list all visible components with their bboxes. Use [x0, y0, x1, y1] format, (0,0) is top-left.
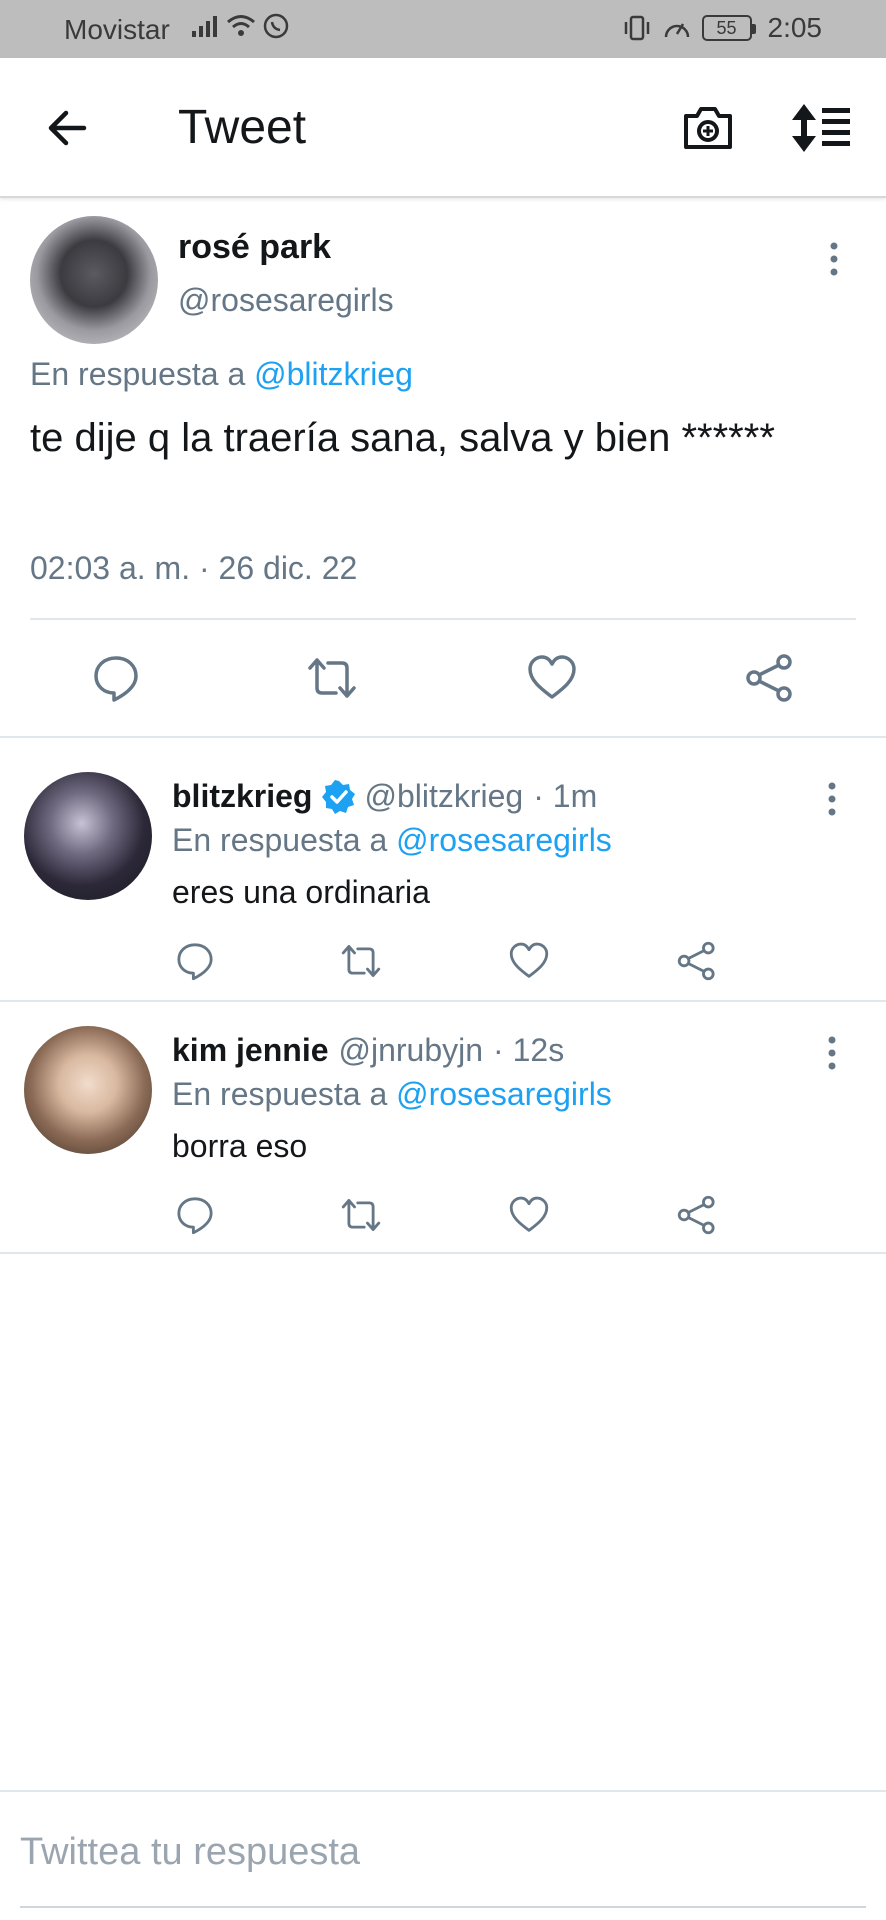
- compose-underline: [20, 1906, 866, 1908]
- like-icon[interactable]: [508, 940, 550, 982]
- author-name[interactable]: kim jennie: [172, 1032, 329, 1069]
- author-handle[interactable]: @jnrubyjn: [339, 1032, 484, 1069]
- tweet-age: · 12s: [493, 1032, 565, 1068]
- tweet-timestamp: 02:03 a. m. · 26 dic. 22: [30, 550, 358, 586]
- reply-mention-link[interactable]: @rosesaregirls: [396, 822, 612, 858]
- more-options-icon[interactable]: [820, 1034, 844, 1074]
- tweet-text: eres una ordinaria: [172, 874, 430, 910]
- retweet-icon[interactable]: [340, 940, 382, 982]
- back-arrow-icon[interactable]: [42, 100, 98, 156]
- tweet-actions: [0, 640, 886, 720]
- reply-prefix: En respuesta a: [172, 1076, 388, 1112]
- avatar[interactable]: [30, 216, 158, 344]
- tweet-actions: [0, 936, 886, 996]
- page-title: Tweet: [178, 101, 307, 154]
- camera-icon[interactable]: [680, 100, 736, 156]
- share-icon[interactable]: [744, 652, 796, 704]
- battery-icon: 55: [701, 15, 756, 41]
- speed-icon: [662, 15, 692, 41]
- tweet-text: borra eso: [172, 1128, 308, 1164]
- whatsapp-icon: [262, 12, 290, 40]
- author-name[interactable]: blitzkrieg: [172, 778, 312, 815]
- reply-context: En respuesta a @rosesaregirls: [172, 822, 612, 859]
- reply-prefix: En respuesta a: [30, 356, 246, 392]
- reply-context: En respuesta a @blitzkrieg: [30, 356, 413, 393]
- tweet-actions: [0, 1190, 886, 1250]
- like-icon[interactable]: [526, 652, 578, 704]
- avatar[interactable]: [24, 1026, 152, 1154]
- author-handle[interactable]: @blitzkrieg: [364, 778, 523, 815]
- reply-input[interactable]: [20, 1822, 866, 1882]
- verified-badge-icon: [322, 779, 356, 814]
- tweet-text: te dije q la traería sana, salva y bien …: [30, 416, 775, 460]
- divider: [30, 618, 856, 620]
- main-tweet: rosé park @rosesaregirls En respuesta a …: [0, 200, 886, 738]
- author-handle[interactable]: @rosesaregirls: [178, 282, 394, 319]
- reply-icon[interactable]: [174, 1194, 216, 1236]
- share-icon[interactable]: [676, 940, 718, 982]
- retweet-icon[interactable]: [306, 652, 358, 704]
- signal-icon: [190, 13, 220, 39]
- reply-icon[interactable]: [174, 940, 216, 982]
- app-header: Tweet: [0, 58, 886, 198]
- reply-icon[interactable]: [90, 652, 142, 704]
- reply-tweet[interactable]: kim jennie @jnrubyjn · 12s En respuesta …: [0, 1004, 886, 1254]
- sort-icon[interactable]: [790, 100, 854, 156]
- clock: 2:05: [767, 12, 823, 43]
- tweet-age: · 1m: [533, 778, 598, 814]
- status-bar: Movistar 55 2:05: [0, 0, 886, 58]
- reply-mention-link[interactable]: @rosesaregirls: [396, 1076, 612, 1112]
- reply-context: En respuesta a @rosesaregirls: [172, 1076, 612, 1113]
- more-options-icon[interactable]: [822, 240, 846, 280]
- more-options-icon[interactable]: [820, 780, 844, 820]
- compose-divider: [0, 1790, 886, 1792]
- reply-prefix: En respuesta a: [172, 822, 388, 858]
- carrier-label: Movistar: [64, 14, 170, 45]
- like-icon[interactable]: [508, 1194, 550, 1236]
- share-icon[interactable]: [676, 1194, 718, 1236]
- author-name[interactable]: rosé park: [178, 228, 331, 267]
- reply-mention-link[interactable]: @blitzkrieg: [254, 356, 413, 392]
- avatar[interactable]: [24, 772, 152, 900]
- reply-tweet[interactable]: blitzkrieg @blitzkrieg · 1m En respuesta…: [0, 740, 886, 1002]
- wifi-icon: [226, 13, 256, 39]
- vibrate-icon: [622, 15, 652, 41]
- retweet-icon[interactable]: [340, 1194, 382, 1236]
